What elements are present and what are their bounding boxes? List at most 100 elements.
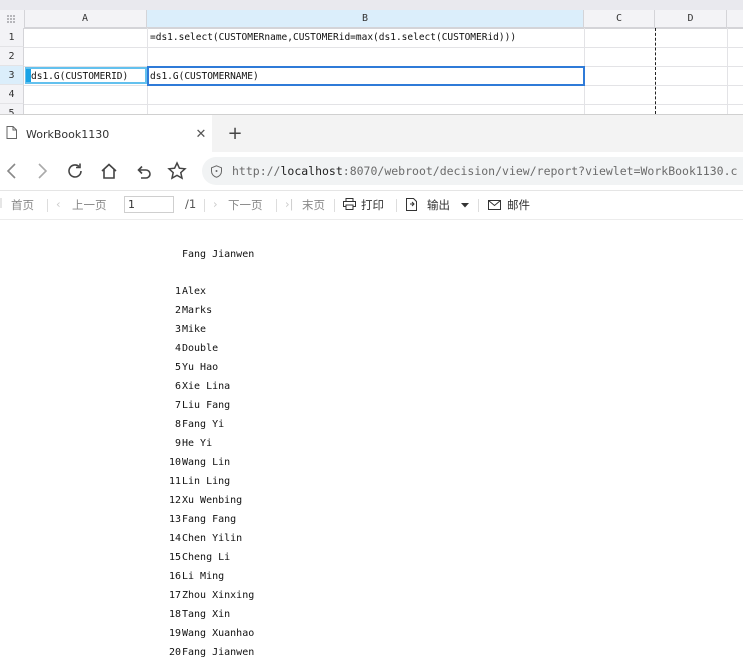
customer-id-cell: 14 bbox=[168, 533, 181, 544]
page-number-input[interactable]: 1 bbox=[124, 196, 174, 213]
customer-id-cell: 7 bbox=[174, 400, 181, 411]
column-header-a[interactable]: A bbox=[24, 10, 147, 28]
customer-name-cell: Marks bbox=[182, 305, 213, 316]
customer-id-cell: 3 bbox=[174, 324, 181, 335]
mail-icon bbox=[488, 199, 501, 213]
url-field[interactable]: http://localhost:8070/webroot/decision/v… bbox=[202, 157, 743, 185]
print-button[interactable]: 打印 bbox=[361, 197, 384, 213]
report-row: 10Wang Lin bbox=[160, 457, 230, 473]
prev-page-icon: ‹ bbox=[56, 197, 61, 211]
customer-id-cell: 4 bbox=[174, 343, 181, 354]
report-row: 5Yu Hao bbox=[160, 362, 218, 378]
customer-name-cell: Fang Yi bbox=[182, 419, 225, 430]
toolbar-divider bbox=[204, 199, 205, 212]
next-page-icon: › bbox=[213, 197, 218, 211]
export-icon bbox=[406, 198, 417, 214]
customer-name-cell: Yu Hao bbox=[182, 362, 219, 373]
email-button[interactable]: 邮件 bbox=[507, 197, 530, 213]
customer-id-cell: 11 bbox=[168, 476, 181, 487]
customer-id-cell: 10 bbox=[168, 457, 181, 468]
toolbar-divider bbox=[478, 199, 479, 212]
grid-dots-icon[interactable] bbox=[0, 10, 25, 29]
customer-id-cell: 8 bbox=[174, 419, 181, 430]
tab-title: WorkBook1130 bbox=[26, 127, 110, 141]
row-header-3[interactable]: 3 bbox=[0, 66, 24, 85]
report-row: 6Xie Lina bbox=[160, 381, 230, 397]
row-header-4[interactable]: 4 bbox=[0, 85, 24, 104]
close-icon[interactable]: ✕ bbox=[190, 127, 212, 142]
report-row: 9He Yi bbox=[160, 438, 212, 454]
customer-id-cell: 19 bbox=[168, 628, 181, 639]
forward-icon[interactable] bbox=[30, 160, 54, 182]
customer-name-cell: Liu Fang bbox=[182, 400, 231, 411]
next-page-button[interactable]: 下一页 bbox=[228, 197, 263, 213]
customer-name-cell: Cheng Li bbox=[182, 552, 231, 563]
browser-address-bar: http://localhost:8070/webroot/decision/v… bbox=[0, 152, 743, 191]
toolbar-divider bbox=[334, 199, 335, 212]
customer-id-cell: 2 bbox=[174, 305, 181, 316]
export-button[interactable]: 输出 bbox=[427, 197, 450, 213]
customer-id-cell: 15 bbox=[168, 552, 181, 563]
report-row: 2Marks bbox=[160, 305, 212, 321]
page-break-line bbox=[655, 28, 656, 114]
column-header-c[interactable]: C bbox=[584, 10, 655, 28]
customer-name-cell: Wang Xuanhao bbox=[182, 628, 255, 639]
customer-name-cell: Xie Lina bbox=[182, 381, 231, 392]
caret-down-icon[interactable] bbox=[461, 198, 469, 212]
designer-sheet: A B C D 1 2 3 4 5 =ds1.select(CUSTOMERna… bbox=[0, 0, 743, 114]
customer-id-cell: 20 bbox=[168, 647, 181, 658]
cell-a3-text: ds1.G(CUSTOMERID) bbox=[31, 71, 129, 82]
customer-name-cell: Mike bbox=[182, 324, 207, 335]
column-header-b[interactable]: B bbox=[147, 10, 584, 28]
info-icon[interactable] bbox=[210, 164, 228, 178]
customer-id-cell: 12 bbox=[168, 495, 181, 506]
designer-top-strip bbox=[0, 0, 743, 10]
customer-name-cell: Lin Ling bbox=[182, 476, 231, 487]
first-page-icon bbox=[0, 197, 6, 211]
last-page-icon: ›| bbox=[285, 197, 294, 211]
page-total: /1 bbox=[185, 197, 197, 211]
report-row: 7Liu Fang bbox=[160, 400, 230, 416]
toolbar-divider bbox=[47, 199, 48, 212]
customer-id-cell: 6 bbox=[174, 381, 181, 392]
browser-tab[interactable]: WorkBook1130 ✕ bbox=[0, 115, 212, 153]
url-prefix: http:// bbox=[232, 164, 281, 178]
customer-name-cell: Li Ming bbox=[182, 571, 225, 582]
customer-name-cell: Xu Wenbing bbox=[182, 495, 243, 506]
first-page-button[interactable]: 首页 bbox=[11, 197, 34, 213]
star-icon[interactable] bbox=[165, 160, 189, 182]
customer-id-cell: 5 bbox=[174, 362, 181, 373]
customer-id-cell: 18 bbox=[168, 609, 181, 620]
customer-name-cell: Zhou Xinxing bbox=[182, 590, 255, 601]
customer-name-cell: Alex bbox=[182, 286, 207, 297]
last-page-button[interactable]: 末页 bbox=[302, 197, 325, 213]
grid-line bbox=[727, 28, 728, 114]
customer-id-cell: 17 bbox=[168, 590, 181, 601]
report-row: 3Mike bbox=[160, 324, 206, 340]
row-header-5[interactable]: 5 bbox=[0, 104, 24, 114]
row-header-1[interactable]: 1 bbox=[0, 28, 24, 47]
reload-icon[interactable] bbox=[63, 160, 87, 182]
back-icon[interactable] bbox=[0, 160, 24, 182]
plus-icon[interactable]: + bbox=[224, 123, 246, 145]
customer-id-cell: 13 bbox=[168, 514, 181, 525]
undo-icon[interactable] bbox=[131, 160, 155, 182]
cell-b3-text: ds1.G(CUSTOMERNAME) bbox=[150, 71, 259, 82]
customer-name-cell: Double bbox=[182, 343, 219, 354]
report-row: 11Lin Ling bbox=[160, 476, 230, 492]
row-header-2[interactable]: 2 bbox=[0, 47, 24, 66]
column-header-d[interactable]: D bbox=[655, 10, 727, 28]
home-icon[interactable] bbox=[97, 160, 121, 182]
report-row: 4Double bbox=[160, 343, 218, 359]
cell-b1[interactable]: =ds1.select(CUSTOMERname,CUSTOMERid=max(… bbox=[150, 32, 516, 43]
page-icon bbox=[6, 125, 20, 143]
url-text: http://localhost:8070/webroot/decision/v… bbox=[232, 164, 737, 178]
report-content: Fang Jianwen 1Alex 2Marks 3Mike 4Double 5Yu … bbox=[0, 220, 743, 672]
grid-line bbox=[24, 47, 743, 48]
customer-name-cell: Fang Fang bbox=[182, 514, 237, 525]
customer-id-cell: 16 bbox=[168, 571, 181, 582]
column-header-e[interactable] bbox=[727, 10, 743, 28]
prev-page-button[interactable]: 上一页 bbox=[72, 197, 107, 213]
report-row: 19Wang Xuanhao bbox=[160, 628, 254, 644]
url-rest: :8070/webroot/decision/view/report?viewl… bbox=[342, 164, 738, 178]
